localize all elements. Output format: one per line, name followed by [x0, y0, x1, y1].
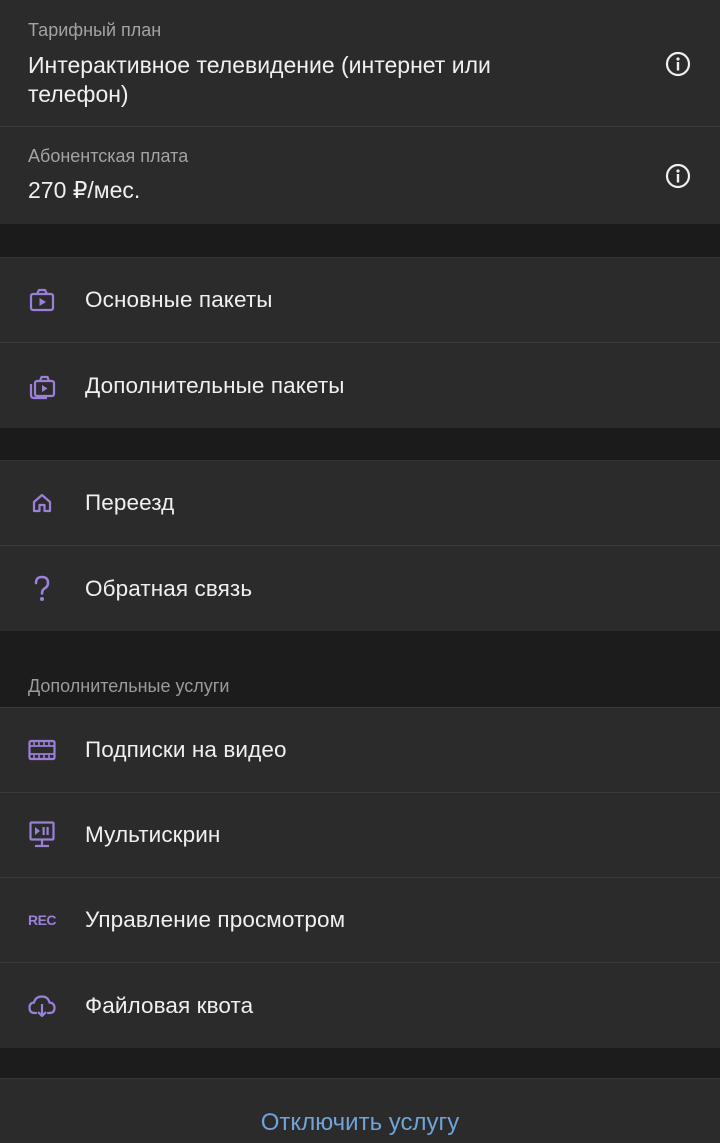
home-icon	[26, 487, 58, 519]
info-icon	[665, 163, 691, 189]
video-subscriptions-item[interactable]: Подписки на видео	[0, 708, 720, 793]
feedback-label: Обратная связь	[85, 575, 253, 601]
misc-card: Переезд Обратная связь	[0, 461, 720, 631]
cloud-download-icon	[26, 990, 58, 1022]
tv-package-icon	[26, 284, 58, 316]
rec-icon: REC	[26, 904, 58, 936]
disconnect-service-button[interactable]: Отключить услугу	[0, 1109, 720, 1137]
stacked-packages-icon	[26, 370, 58, 402]
extra-services-header: Дополнительные услуги	[0, 632, 720, 708]
video-subscriptions-label: Подписки на видео	[85, 737, 287, 762]
extra-services-title: Дополнительные услуги	[28, 676, 230, 696]
file-quota-item[interactable]: Файловая квота	[0, 963, 720, 1048]
multiscreen-label: Мультискрин	[85, 822, 221, 847]
tariff-plan-value: Интерактивное телевидение (интернет или …	[28, 52, 491, 107]
disconnect-service-bar: Отключить услугу	[0, 1078, 720, 1143]
relocation-item[interactable]: Переезд	[0, 461, 720, 546]
packages-card: Основные пакеты Дополнительные пакеты	[0, 258, 720, 428]
film-strip-icon	[26, 734, 58, 766]
relocation-label: Переезд	[85, 490, 175, 515]
fee-row: Абонентская плата 270 ₽/мес.	[0, 127, 720, 224]
tariff-card: Тарифный план Интерактивное телевидение …	[0, 0, 720, 224]
info-icon	[665, 51, 691, 77]
viewing-control-label: Управление просмотром	[85, 907, 346, 932]
extra-services-card: Подписки на видео Мультискрин REC Управл…	[0, 708, 720, 1048]
rec-icon-text: REC	[27, 912, 57, 928]
extra-packages-item[interactable]: Дополнительные пакеты	[0, 343, 720, 428]
multiscreen-item[interactable]: Мультискрин	[0, 793, 720, 878]
file-quota-label: Файловая квота	[85, 992, 254, 1018]
tariff-plan-info-button[interactable]	[665, 51, 691, 77]
main-packages-label: Основные пакеты	[85, 287, 273, 312]
extra-packages-label: Дополнительные пакеты	[85, 372, 345, 398]
fee-label: Абонентская плата	[28, 146, 189, 166]
main-packages-item[interactable]: Основные пакеты	[0, 258, 720, 343]
tariff-plan-row: Тарифный план Интерактивное телевидение …	[0, 0, 720, 127]
fee-value: 270 ₽/мес.	[28, 177, 141, 203]
section-gap	[0, 428, 720, 461]
multiscreen-icon	[26, 819, 58, 851]
screen: Тарифный план Интерактивное телевидение …	[0, 0, 720, 1143]
question-icon	[26, 573, 58, 605]
fee-info-button[interactable]	[665, 163, 691, 189]
feedback-item[interactable]: Обратная связь	[0, 546, 720, 631]
viewing-control-item[interactable]: REC Управление просмотром	[0, 878, 720, 963]
section-gap	[0, 224, 720, 258]
tariff-plan-label: Тарифный план	[28, 20, 162, 40]
